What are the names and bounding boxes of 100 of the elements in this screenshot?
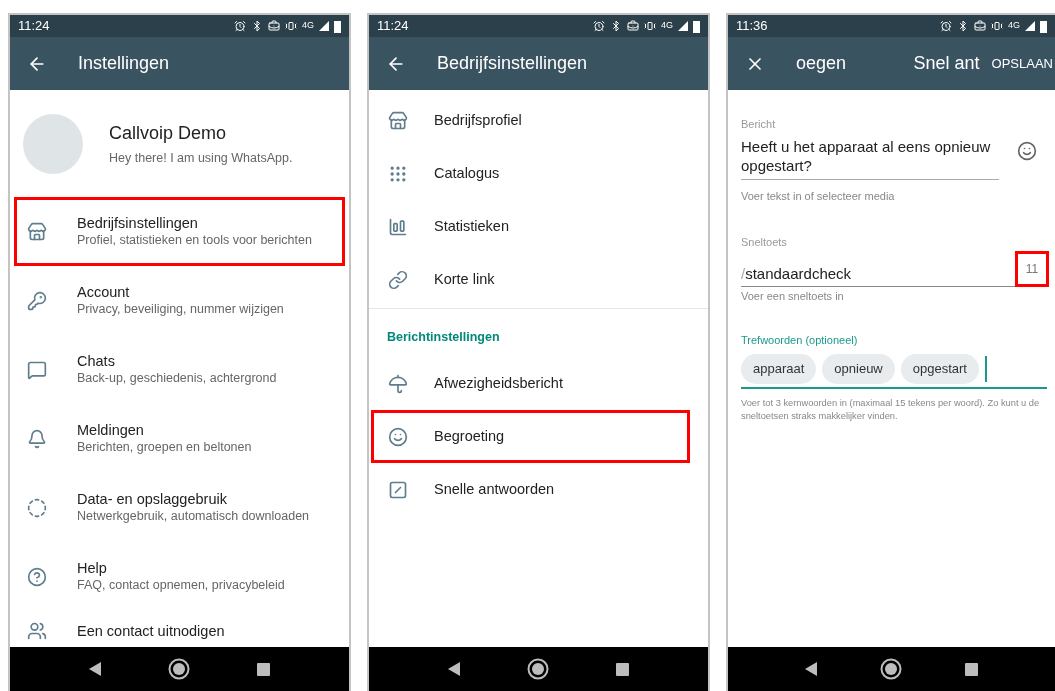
signal-icon xyxy=(678,21,688,31)
bluetooth-icon xyxy=(610,20,622,32)
briefcase-icon xyxy=(268,20,280,32)
item-title: Begroeting xyxy=(434,426,505,446)
item-title: Korte link xyxy=(434,269,495,289)
item-title: Help xyxy=(77,559,108,577)
key-icon xyxy=(27,290,47,311)
home-circle-icon[interactable] xyxy=(527,658,549,680)
item-subtitle: FAQ, contact opnemen, privacybeleid xyxy=(77,577,285,594)
battery-icon xyxy=(334,19,341,33)
alarm-icon xyxy=(593,20,605,32)
settings-item[interactable]: Afwezigheidsbericht xyxy=(371,357,706,410)
settings-item[interactable]: Bedrijfsinstellingen Profiel, statistieken en tools voor berichten xyxy=(14,197,345,266)
status-time: 11:24 xyxy=(377,17,409,36)
shortcut-field[interactable]: /standaardcheck xyxy=(741,262,1015,287)
link-icon xyxy=(388,269,408,290)
help-icon xyxy=(27,566,47,587)
settings-item[interactable]: Snelle antwoorden xyxy=(371,463,706,516)
emoji-icon[interactable] xyxy=(1017,140,1037,161)
settings-item[interactable]: Korte link xyxy=(371,253,706,306)
toolbar-title: Snel ant xyxy=(913,52,980,75)
bell-icon xyxy=(27,428,47,449)
keywords-field[interactable]: apparaat opnieuw opgestart xyxy=(741,348,1047,389)
item-title: Bedrijfsinstellingen xyxy=(77,214,199,232)
toolbar-title: oegen xyxy=(796,52,847,75)
signal-icon xyxy=(1025,21,1035,31)
section-header: Berichtinstellingen xyxy=(387,329,500,347)
item-subtitle: Berichten, groepen en beltonen xyxy=(77,439,252,456)
status-time: 11:36 xyxy=(736,17,768,36)
settings-item[interactable]: Bedrijfsprofiel xyxy=(371,94,706,147)
profile-row[interactable]: Callvoip Demo Hey there! I am using WhatsApp. xyxy=(10,90,349,197)
keyword-chip[interactable]: opgestart xyxy=(900,353,979,384)
field-label: Trefwoorden (optioneel) xyxy=(741,333,859,348)
back-triangle-icon[interactable] xyxy=(448,662,461,676)
profile-name: Callvoip Demo xyxy=(109,121,228,145)
home-circle-icon[interactable] xyxy=(168,658,190,680)
smile-icon xyxy=(388,426,408,447)
save-button[interactable]: OPSLAAN xyxy=(991,53,1053,74)
vibrate-icon xyxy=(644,20,656,32)
keyword-chip[interactable]: opnieuw xyxy=(822,353,895,384)
message-field[interactable]: Heeft u het apparaat al eens opnieuw opgestart? xyxy=(741,136,999,180)
bluetooth-icon xyxy=(251,20,263,32)
network-type: 4G xyxy=(661,19,673,33)
settings-item[interactable]: Help FAQ, contact opnemen, privacybeleid xyxy=(14,542,345,611)
item-subtitle: Profiel, statistieken en tools voor berichten xyxy=(77,232,312,249)
slash-square-icon xyxy=(388,479,408,500)
settings-item[interactable]: Account Privacy, beveiliging, nummer wijzigen xyxy=(14,266,345,335)
square-icon[interactable] xyxy=(256,662,270,676)
alarm-icon xyxy=(940,20,952,32)
square-icon[interactable] xyxy=(964,662,978,676)
item-title: Data- en opslaggebruik xyxy=(77,490,228,508)
umbrella-icon xyxy=(388,373,408,394)
back-triangle-icon[interactable] xyxy=(805,662,818,676)
vibrate-icon xyxy=(991,20,1003,32)
item-title: Account xyxy=(77,283,131,301)
field-label: Bericht xyxy=(741,117,777,132)
vibrate-icon xyxy=(285,20,297,32)
network-type: 4G xyxy=(1008,19,1020,33)
battery-icon xyxy=(1040,19,1047,33)
item-subtitle: Privacy, beveiliging, nummer wijzigen xyxy=(77,301,284,318)
profile-about: Hey there! I am using WhatsApp. xyxy=(109,149,293,167)
item-title: Snelle antwoorden xyxy=(434,479,555,499)
settings-item[interactable]: Begroeting xyxy=(371,410,690,463)
people-icon xyxy=(27,621,47,641)
store-icon xyxy=(27,221,47,242)
status-time: 11:24 xyxy=(18,17,50,36)
briefcase-icon xyxy=(974,20,986,32)
settings-item[interactable]: Statistieken xyxy=(371,200,706,253)
helper-text: Voer tot 3 kernwoorden in (maximaal 15 tekens per woord). Zo kunt u de sneltoetsen straks makkelijker vinden. xyxy=(741,396,1041,423)
alarm-icon xyxy=(234,20,246,32)
home-circle-icon[interactable] xyxy=(880,658,902,680)
settings-item[interactable]: Catalogus xyxy=(371,147,706,200)
settings-item[interactable]: Een contact uitnodigen xyxy=(14,614,345,647)
item-title: Afwezigheidsbericht xyxy=(434,373,563,393)
helper-text: Voer tekst in of selecteer media xyxy=(741,188,896,204)
battery-icon xyxy=(693,19,700,33)
item-title: Catalogus xyxy=(434,163,500,183)
field-label: Sneltoets xyxy=(741,235,788,250)
ring-icon xyxy=(27,497,47,518)
settings-item[interactable]: Chats Back-up, geschiedenis, achtergrond xyxy=(14,335,345,404)
item-title: Bedrijfsprofiel xyxy=(434,110,522,130)
settings-item[interactable]: Data- en opslaggebruik Netwerkgebruik, automatisch downloaden xyxy=(14,473,345,542)
store-icon xyxy=(388,110,408,131)
settings-item[interactable]: Meldingen Berichten, groepen en beltonen xyxy=(14,404,345,473)
briefcase-icon xyxy=(627,20,639,32)
character-counter: 11 xyxy=(1015,250,1049,287)
bluetooth-icon xyxy=(957,20,969,32)
shortcut-value: standaardcheck xyxy=(745,264,852,282)
toolbar-title: Instellingen xyxy=(78,52,170,75)
network-type: 4G xyxy=(302,19,314,33)
bar-chart-icon xyxy=(388,216,408,237)
item-title: Een contact uitnodigen xyxy=(77,622,225,640)
square-icon[interactable] xyxy=(615,662,629,676)
keyword-chip[interactable]: apparaat xyxy=(741,353,817,384)
item-subtitle: Netwerkgebruik, automatisch downloaden xyxy=(77,508,310,525)
item-title: Statistieken xyxy=(434,216,509,236)
signal-icon xyxy=(319,21,329,31)
helper-text: Voer een sneltoets in xyxy=(741,288,845,304)
item-title: Chats xyxy=(77,352,116,370)
back-triangle-icon[interactable] xyxy=(89,662,102,676)
